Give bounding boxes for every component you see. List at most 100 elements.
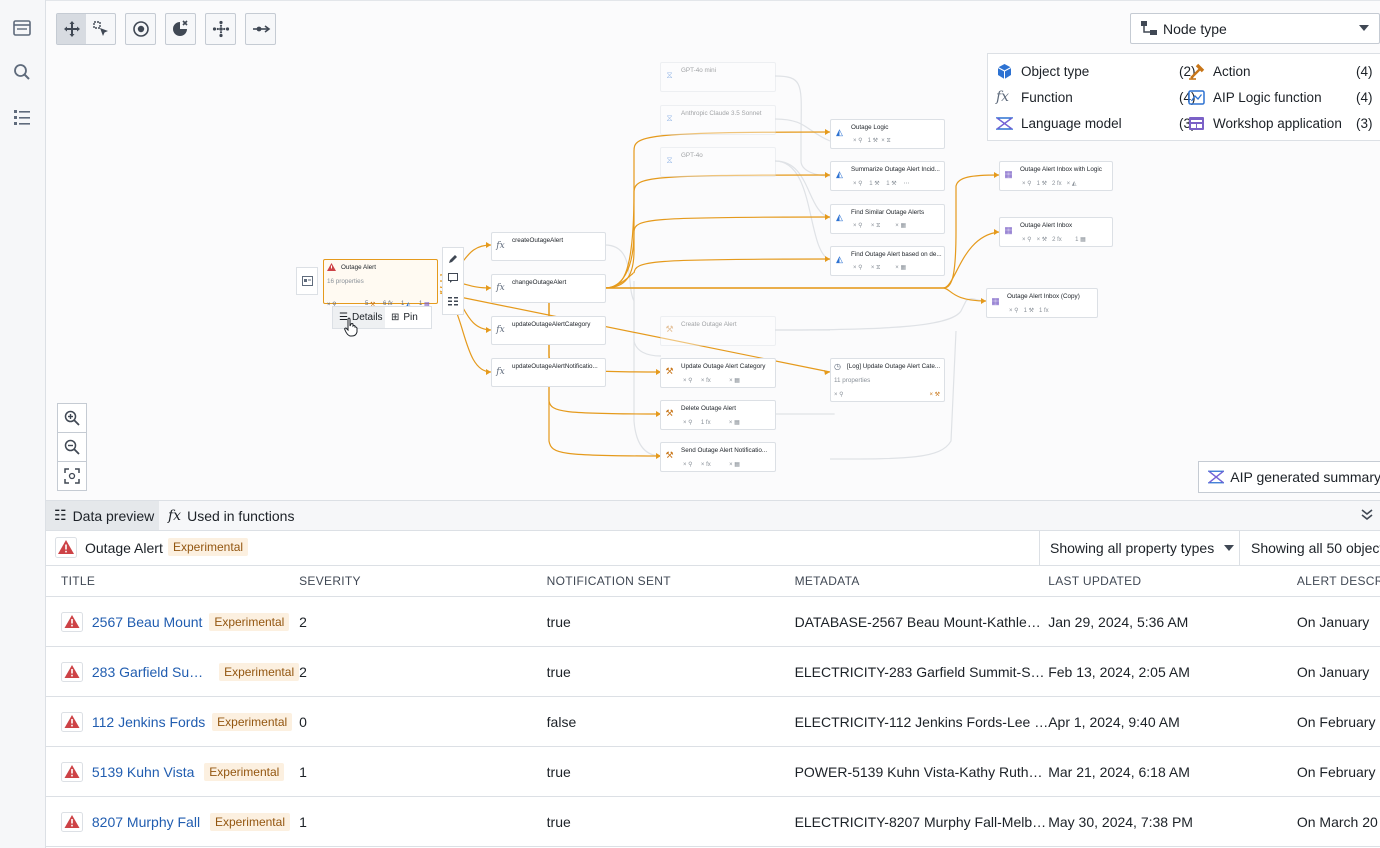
graph-node-action[interactable]: ⚒ Create Outage Alert [660, 316, 776, 346]
aip-logic-icon: ◭ [836, 254, 843, 264]
table-row[interactable]: 5139 Kuhn Vista Experimental 1 true POWE… [46, 746, 1380, 797]
gavel-icon: ⚒ [665, 450, 674, 460]
node-title: Summarize Outage Alert Incid... [851, 166, 940, 173]
tab-used-in-functions[interactable]: fx Used in functions [160, 501, 300, 530]
details-button[interactable]: ☰ Details [333, 307, 385, 328]
graph-node-workshop[interactable]: ▦ Outage Alert Inbox with Logic × ⚲ 1 ⚒ … [999, 161, 1113, 191]
graph-node-aip-logic[interactable]: ◭ Outage Logic × ⚲ 1 ⚒ × ⧖ [830, 119, 945, 149]
table-icon: ☷ [54, 507, 67, 523]
pin-button[interactable]: ⊞ Pin [391, 307, 418, 328]
aip-summary-label: AIP generated summary [1230, 469, 1380, 485]
notification-cell: true [546, 746, 795, 797]
metadata-cell: DATABASE-2567 Beau Mount-Kathle… [794, 596, 1049, 647]
table-icon[interactable] [448, 296, 458, 306]
fit-to-screen-button[interactable] [57, 461, 87, 491]
object-title-link[interactable]: 112 Jenkins Fords [92, 714, 205, 730]
metadata-cell: POWER-5139 Kuhn Vista-Kathy Ruth… [794, 746, 1049, 797]
graph-canvas[interactable]: Node type Object type (2) Action (4) fx … [46, 0, 1380, 501]
language-model-icon [1208, 470, 1225, 484]
status-badge: Experimental [209, 612, 290, 631]
graph-node-language-model[interactable]: ⧖ Anthropic Claude 3.5 Sonnet [660, 105, 776, 135]
function-icon: fx [496, 240, 505, 251]
object-title-link[interactable]: 2567 Beau Mount [92, 614, 203, 630]
graph-node-workshop[interactable]: ▦ Outage Alert Inbox × ⚲ × ⚒ 2 fx 1 ▦ [999, 217, 1113, 247]
column-header[interactable]: SEVERITY [299, 566, 547, 597]
edit-icon[interactable] [448, 254, 458, 264]
search-icon[interactable] [12, 62, 32, 82]
graph-node-action[interactable]: ⚒ Send Outage Alert Notificatio... × ⚲ ×… [660, 442, 776, 472]
object-title-link[interactable]: 283 Garfield Su… [92, 664, 203, 680]
notification-cell: false [546, 696, 795, 747]
node-title: GPT-4o [681, 152, 703, 159]
collapse-panel-icon[interactable] [1361, 509, 1373, 521]
table-row[interactable]: 8207 Murphy Fall Experimental 1 true ELE… [46, 796, 1380, 847]
node-meta: 11 properties [834, 377, 871, 384]
node-title: Outage Alert [341, 264, 377, 271]
graph-node-action[interactable]: ⚒ Update Outage Alert Category × ⚲ × fx … [660, 358, 776, 388]
graph-node-aip-logic[interactable]: ◭ Find Similar Outage Alerts × ⚲ × ⧖ × ▦ [830, 204, 945, 234]
zoom-out-button[interactable] [57, 432, 87, 462]
zoom-in-icon [64, 410, 80, 426]
graph-node-workshop[interactable]: ▦ Outage Alert Inbox (Copy) × ⚲ 1 ⚒ 1 fx [986, 288, 1098, 318]
property-types-select[interactable]: Showing all property types [1039, 530, 1240, 565]
panel-icon[interactable] [12, 18, 32, 38]
node-title: Find Outage Alert based on de... [851, 251, 942, 258]
status-badge: Experimental [209, 812, 290, 831]
node-title: updateOutageAlertCategory [512, 321, 591, 328]
node-title: updateOutageAlertNotificatio... [512, 363, 598, 370]
status-badge: Experimental [204, 762, 285, 781]
zoom-out-icon [64, 439, 80, 455]
node-side-toolbar [442, 247, 464, 315]
graph-node-function[interactable]: fx changeOutageAlert [491, 274, 606, 303]
graph-node-log-object[interactable]: ◷ [Log] Update Outage Alert Cate... 11 p… [830, 358, 945, 402]
metadata-cell: ELECTRICITY-112 Jenkins Fords-Lee … [794, 696, 1049, 747]
function-icon: fx [496, 282, 505, 293]
tab-data-preview[interactable]: ☷ Data preview [46, 501, 159, 530]
fit-screen-icon [64, 468, 80, 484]
graph-node-aip-logic[interactable]: ◭ Find Outage Alert based on de... × ⚲ ×… [830, 246, 945, 276]
last-updated-cell: Feb 13, 2024, 2:05 AM [1048, 646, 1297, 697]
description-cell: On February [1296, 696, 1380, 747]
object-type-bar: Outage Alert Experimental Showing all pr… [46, 530, 1380, 566]
column-header[interactable]: NOTIFICATION SENT [546, 566, 795, 597]
comment-icon[interactable] [448, 273, 458, 283]
graph-node-function[interactable]: fx createOutageAlert [491, 232, 606, 261]
column-header[interactable]: ALERT DESCR [1296, 566, 1380, 597]
graph-node-language-model[interactable]: ⧖ GPT-4o mini [660, 62, 776, 92]
graph-node-outage-alert[interactable]: Outage Alert 16 properties × ⚲ 5 ⚒ 6 fx 1 ◭… [323, 259, 438, 308]
description-cell: On January [1296, 596, 1380, 647]
table-row[interactable]: 112 Jenkins Fords Experimental 0 false E… [46, 696, 1380, 747]
node-title: changeOutageAlert [512, 279, 567, 286]
table-row[interactable]: 283 Garfield Su… Experimental 2 true ELE… [46, 646, 1380, 697]
graph-node-language-model[interactable]: ⧖ GPT-4o [660, 147, 776, 177]
workshop-icon: ▦ [1004, 225, 1013, 235]
object-title-link[interactable]: 5139 Kuhn Vista [92, 764, 195, 780]
aip-summary-button[interactable]: AIP generated summary [1198, 461, 1380, 493]
graph-node-function[interactable]: fx updateOutageAlertNotificatio... [491, 358, 606, 387]
column-header[interactable]: TITLE [46, 566, 300, 597]
expand-properties-button[interactable] [296, 267, 318, 295]
workshop-icon: ▦ [1004, 169, 1013, 179]
notification-cell: true [546, 646, 795, 697]
graph-node-function[interactable]: fx updateOutageAlertCategory [491, 316, 606, 345]
data-preview-table: TITLE SEVERITY NOTIFICATION SENT METADAT… [46, 566, 1380, 847]
metadata-cell: ELECTRICITY-8207 Murphy Fall-Melb… [794, 796, 1049, 847]
node-title: Create Outage Alert [681, 321, 737, 328]
severity-cell: 2 [299, 646, 547, 697]
graph-node-aip-logic[interactable]: ◭ Summarize Outage Alert Incid... × ⚲ 1 … [830, 161, 945, 191]
warning-icon [61, 611, 83, 632]
left-rail [0, 0, 46, 848]
graph-node-action[interactable]: ⚒ Delete Outage Alert × ⚲ 1 fx × ▦ [660, 400, 776, 430]
node-title: GPT-4o mini [681, 67, 716, 74]
column-header[interactable]: METADATA [794, 566, 1049, 597]
object-title-link[interactable]: 8207 Murphy Fall [92, 814, 200, 830]
zoom-in-button[interactable] [57, 403, 87, 433]
severity-cell: 0 [299, 696, 547, 747]
notification-cell: true [546, 796, 795, 847]
node-title: [Log] Update Outage Alert Cate... [847, 363, 941, 370]
metadata-cell: ELECTRICITY-283 Garfield Summit-S… [794, 646, 1049, 697]
column-header[interactable]: LAST UPDATED [1048, 566, 1297, 597]
list-icon[interactable] [12, 107, 32, 127]
objects-count-select[interactable]: Showing all 50 objects [1239, 530, 1380, 565]
table-row[interactable]: 2567 Beau Mount Experimental 2 true DATA… [46, 596, 1380, 647]
